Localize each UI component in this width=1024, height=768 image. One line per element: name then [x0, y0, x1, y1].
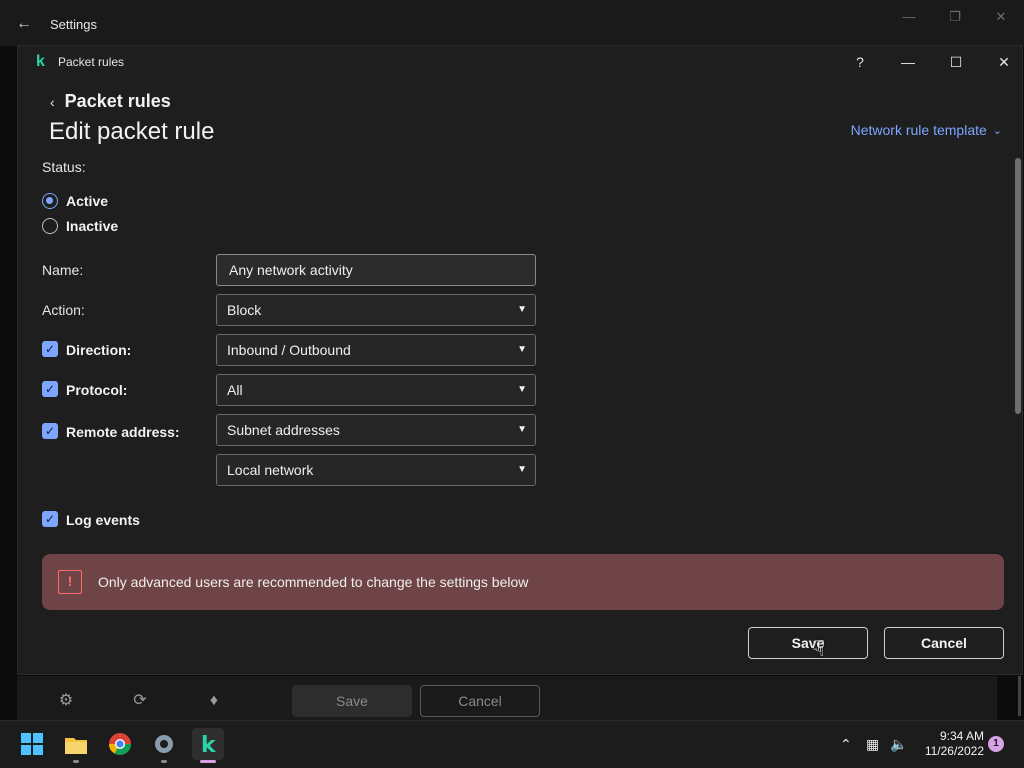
windows-start-icon[interactable] — [16, 728, 48, 760]
kaspersky-logo-icon: k — [36, 53, 45, 70]
chevron-down-icon: ▼ — [517, 304, 527, 315]
minimize-icon[interactable]: — — [888, 50, 928, 74]
remote-network-select-value: Local network — [227, 462, 314, 478]
chevron-down-icon: ▼ — [517, 424, 527, 435]
direction-label: Direction: — [66, 342, 132, 358]
breadcrumb-packet-rules[interactable]: Packet rules — [65, 91, 171, 112]
settings-app-icon[interactable] — [148, 728, 180, 760]
gear-icon[interactable]: ⚙ — [57, 692, 75, 710]
explorer-running-indicator — [73, 760, 79, 763]
dialog-titlebar: k Packet rules ? — ☐ ✕ — [18, 46, 1022, 78]
chevron-down-icon: ⌄ — [992, 124, 1002, 137]
remote-address-label: Remote address: — [66, 424, 180, 440]
warning-icon: ! — [58, 570, 82, 594]
advanced-warning-banner: ! Only advanced users are recommended to… — [42, 554, 1004, 610]
settings-running-indicator — [161, 760, 167, 763]
protocol-checkbox[interactable]: ✓ — [42, 381, 58, 397]
breadcrumb[interactable]: ‹ Packet rules — [50, 91, 171, 112]
chevron-down-icon: ▼ — [517, 384, 527, 395]
template-link-label: Network rule template — [850, 122, 987, 138]
protocol-label: Protocol: — [66, 382, 128, 398]
direction-checkbox[interactable]: ✓ — [42, 341, 58, 357]
svg-text:k: k — [201, 733, 217, 758]
footer-save-button[interactable]: Save — [292, 685, 412, 717]
action-select[interactable]: Block ▼ — [216, 294, 536, 326]
settings-window-title: Settings — [50, 17, 97, 32]
name-label: Name: — [42, 262, 84, 278]
remote-address-select-value: Subnet addresses — [227, 422, 340, 438]
file-explorer-icon[interactable] — [60, 728, 92, 760]
action-select-value: Block — [227, 302, 262, 318]
direction-select-value: Inbound / Outbound — [227, 342, 351, 358]
remote-address-select[interactable]: Subnet addresses ▼ — [216, 414, 536, 446]
minimize-icon[interactable]: — — [886, 6, 932, 28]
background-scrollbar — [1018, 676, 1021, 716]
protocol-select-value: All — [227, 382, 243, 398]
chevron-left-icon[interactable]: ‹ — [50, 94, 55, 110]
clock-time: 9:34 AM — [939, 729, 984, 743]
direction-select[interactable]: Inbound / Outbound ▼ — [216, 334, 536, 366]
notification-badge[interactable]: 1 — [988, 736, 1004, 752]
dialog-title: Packet rules — [58, 55, 125, 69]
name-input[interactable]: Any network activity — [216, 254, 536, 286]
log-events-label[interactable]: Log events — [66, 512, 140, 528]
close-icon[interactable]: ✕ — [984, 50, 1024, 74]
packet-rules-dialog: k Packet rules ? — ☐ ✕ ‹ Packet rules Ed… — [17, 45, 1023, 675]
warning-text: Only advanced users are recommended to c… — [98, 574, 529, 590]
restore-icon[interactable]: ❐ — [932, 6, 978, 28]
save-button[interactable]: Save — [748, 627, 868, 659]
kaspersky-active-indicator — [200, 760, 216, 763]
vertical-scrollbar[interactable] — [1015, 158, 1021, 414]
network-icon[interactable]: ▦ — [866, 736, 879, 753]
maximize-icon[interactable]: ☐ — [936, 50, 976, 74]
chrome-icon[interactable] — [104, 728, 136, 760]
radio-active[interactable] — [42, 193, 58, 209]
status-label: Status: — [42, 159, 86, 175]
system-clock[interactable]: 9:34 AM 11/26/2022 — [914, 729, 984, 759]
protocol-select[interactable]: All ▼ — [216, 374, 536, 406]
action-label: Action: — [42, 302, 85, 318]
footer-cancel-button[interactable]: Cancel — [420, 685, 540, 717]
bell-icon[interactable]: ♦ — [205, 692, 223, 710]
cancel-button[interactable]: Cancel — [884, 627, 1004, 659]
remote-network-select[interactable]: Local network ▼ — [216, 454, 536, 486]
page-title: Edit packet rule — [49, 118, 215, 145]
radio-active-label[interactable]: Active — [66, 193, 108, 209]
chevron-down-icon: ▼ — [517, 464, 527, 475]
refresh-icon[interactable]: ⟳ — [131, 692, 149, 710]
radio-inactive[interactable] — [42, 218, 58, 234]
kaspersky-taskbar-icon[interactable]: k — [192, 728, 224, 760]
settings-titlebar: ← Settings — ❐ ✕ — [0, 0, 1024, 46]
chevron-up-icon[interactable]: ⌃ — [840, 736, 852, 753]
log-events-checkbox[interactable]: ✓ — [42, 511, 58, 527]
radio-inactive-label[interactable]: Inactive — [66, 218, 118, 234]
network-rule-template-link[interactable]: Network rule template ⌄ — [851, 122, 1002, 138]
close-icon[interactable]: ✕ — [978, 6, 1024, 28]
help-button[interactable]: ? — [840, 50, 880, 74]
remote-address-checkbox[interactable]: ✓ — [42, 423, 58, 439]
chevron-down-icon: ▼ — [517, 344, 527, 355]
volume-icon[interactable]: 🔈 — [890, 736, 907, 753]
clock-date: 11/26/2022 — [924, 744, 984, 758]
hand-cursor-icon: ☟ — [812, 636, 826, 661]
back-arrow-icon[interactable]: ← — [14, 14, 34, 34]
